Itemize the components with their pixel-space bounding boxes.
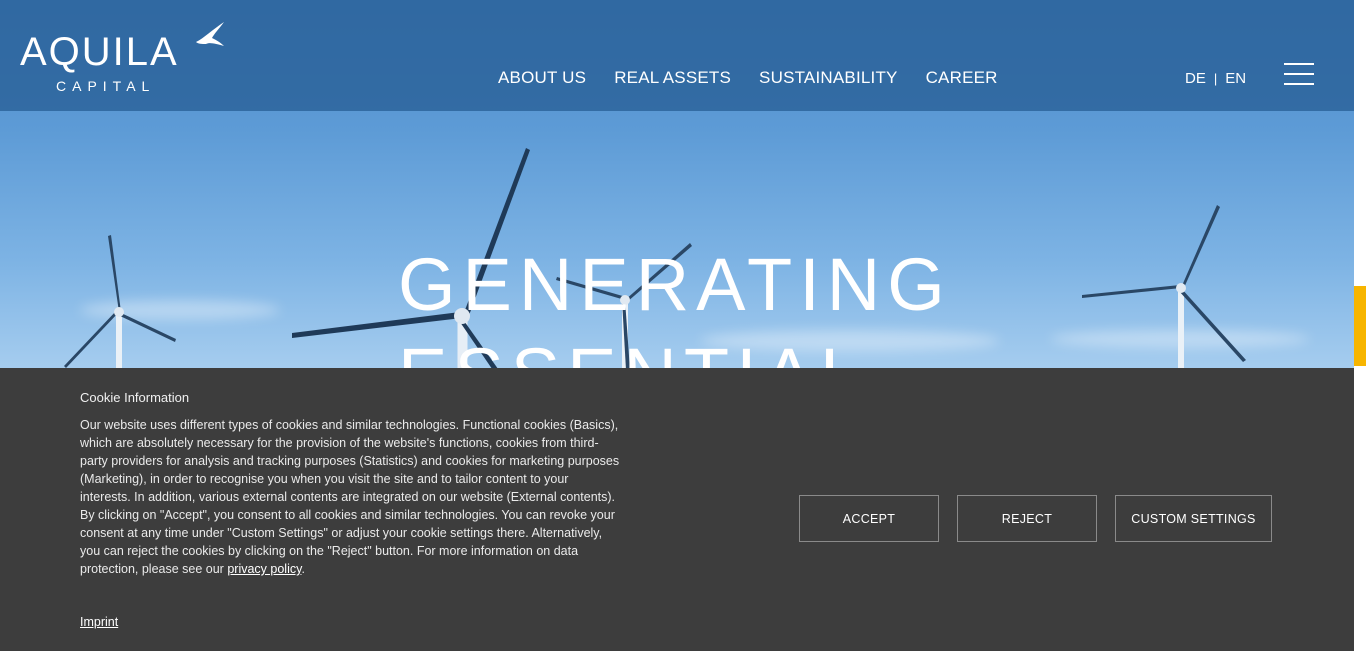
- nav-item-real-assets[interactable]: REAL ASSETS: [614, 68, 731, 88]
- cookie-body: Our website uses different types of cook…: [80, 416, 620, 578]
- cookie-body-text: Our website uses different types of cook…: [80, 418, 620, 576]
- aquila-capital-logo[interactable]: AQUILA CAPITAL: [20, 20, 230, 100]
- nav-item-career[interactable]: CAREER: [926, 68, 998, 88]
- cookie-banner: Cookie Information Our website uses diff…: [0, 368, 1354, 651]
- cookie-title: Cookie Information: [80, 390, 190, 405]
- hamburger-menu-icon[interactable]: [1284, 63, 1314, 85]
- site-header: AQUILA CAPITAL ABOUT US REAL ASSETS SUST…: [0, 0, 1354, 111]
- cookie-body-suffix: .: [301, 562, 305, 576]
- nav-item-sustainability[interactable]: SUSTAINABILITY: [759, 68, 898, 88]
- reject-button[interactable]: REJECT: [957, 495, 1097, 542]
- custom-settings-button[interactable]: CUSTOM SETTINGS: [1115, 495, 1272, 542]
- language-en[interactable]: EN: [1225, 70, 1246, 87]
- hero-headline-line-1: GENERATING: [398, 243, 952, 326]
- logo-subtitle: CAPITAL: [56, 78, 156, 94]
- logo-wordmark: AQUILA: [20, 30, 179, 74]
- language-switcher: DE | EN: [1185, 70, 1246, 87]
- main-nav: ABOUT US REAL ASSETS SUSTAINABILITY CARE…: [498, 68, 1026, 88]
- nav-item-about-us[interactable]: ABOUT US: [498, 68, 586, 88]
- imprint-link[interactable]: Imprint: [80, 615, 118, 629]
- language-separator: |: [1213, 71, 1218, 86]
- accept-button[interactable]: ACCEPT: [799, 495, 939, 542]
- language-de[interactable]: DE: [1185, 70, 1206, 87]
- side-contact-tab[interactable]: [1354, 286, 1366, 366]
- eagle-icon: [196, 22, 224, 46]
- privacy-policy-link[interactable]: privacy policy: [227, 562, 301, 576]
